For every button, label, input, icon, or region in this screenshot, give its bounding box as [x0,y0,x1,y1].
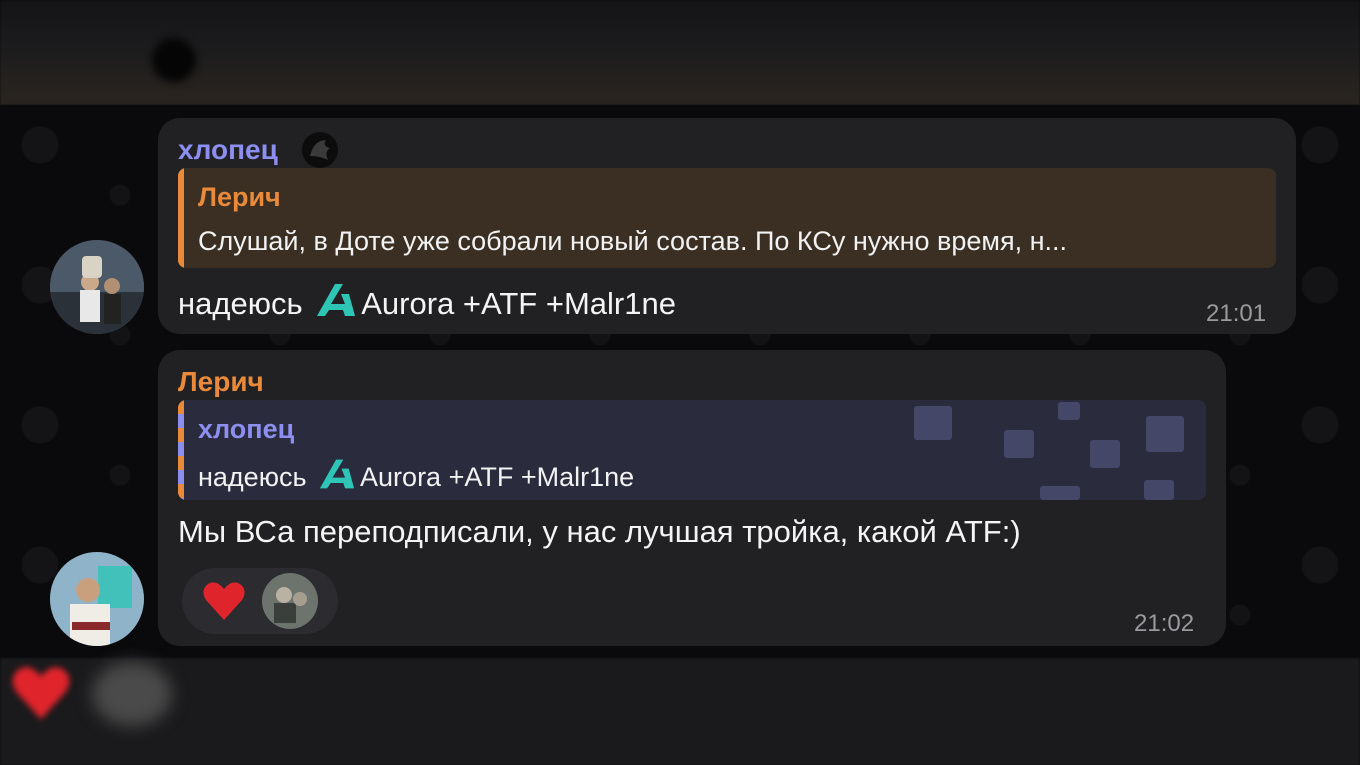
message-time: 21:01 [1206,300,1267,327]
reply-bar [178,168,184,268]
sender-name[interactable]: хлопец [178,134,278,166]
reply-text: надеюсь Aurora +ATF +Malr1ne [198,456,634,492]
sender-name[interactable]: Лерич [178,366,264,398]
message-text-suffix: Aurora +ATF +Malr1ne [361,286,676,321]
header-blurred [0,0,1360,105]
reply-text-suffix: Aurora +ATF +Malr1ne [360,462,635,492]
message-bubble-1[interactable]: хлопец Лерич Слушай, в Доте уже собрали … [158,118,1296,334]
dota-icon [1146,416,1184,452]
dota-icon [1144,480,1174,500]
dota-icon [1004,430,1034,458]
reply-quote[interactable]: Лерич Слушай, в Доте уже собрали новый с… [178,168,1276,268]
footer-ghost-avatar [92,662,172,726]
message-text: надеюсь Aurora +ATF +Malr1ne [178,280,676,322]
message-time: 21:02 [1134,610,1195,637]
reactor-avatar[interactable] [262,573,318,629]
avatar-khlopets[interactable] [50,240,144,334]
message-text: Мы ВСа переподписали, у нас лучшая тройк… [178,514,1021,549]
reply-bar [178,400,184,500]
reply-quote[interactable]: хлопец надеюсь Aurora +ATF +Malr1ne [178,400,1206,500]
reply-author: хлопец [198,414,295,444]
reply-text-prefix: надеюсь [198,462,307,492]
dota-icon [914,406,952,440]
heart-icon [203,582,245,620]
aurora-logo-icon [319,459,355,489]
dota-icon [1090,440,1120,468]
header-ghost-name [0,42,135,78]
dota-icon [1058,402,1080,420]
message-text-prefix: надеюсь [178,286,303,321]
reply-text: Слушай, в Доте уже собрали новый состав.… [198,226,1068,256]
heart-icon [12,667,70,720]
reaction-chip[interactable] [182,568,338,634]
header-ghost-avatar [152,38,196,82]
avatar-lerich[interactable] [50,552,144,646]
dota-icon [1040,486,1080,500]
team-logo-icon [302,132,338,168]
reply-author: Лерич [198,182,281,212]
aurora-logo-icon [317,284,356,316]
footer-blurred [0,658,1360,765]
